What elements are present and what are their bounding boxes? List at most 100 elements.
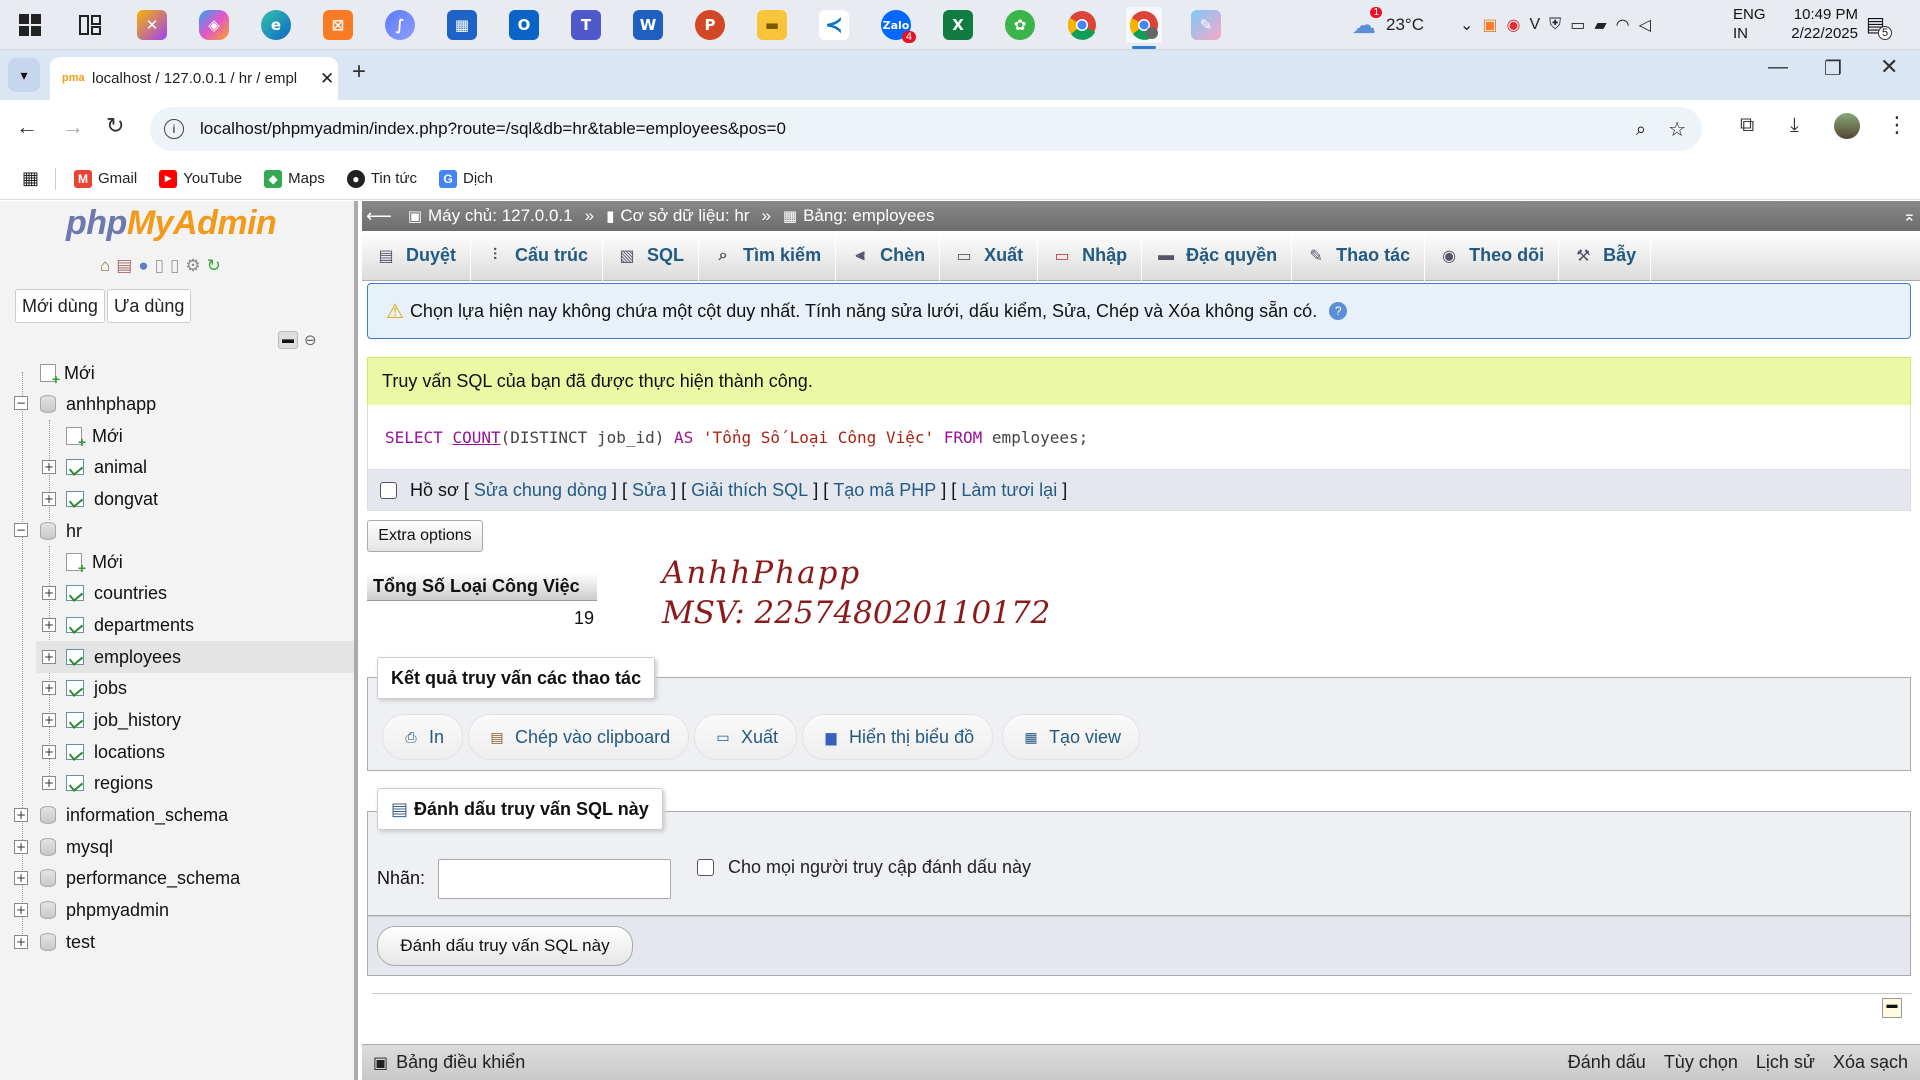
shield-icon[interactable]: ⛨ — [1549, 16, 1561, 34]
tree-table-employees[interactable]: employees — [66, 642, 181, 672]
new-tab-icon[interactable]: + — [352, 58, 366, 86]
outlook-icon[interactable]: O — [506, 7, 542, 43]
back-icon[interactable]: ← — [16, 114, 38, 140]
tree-table-countries[interactable]: countries — [66, 578, 167, 608]
minimize-icon[interactable]: — — [1768, 56, 1788, 79]
wifi-icon[interactable]: ◠ — [1616, 15, 1630, 35]
speaker-icon[interactable]: ◁ — [1639, 15, 1651, 35]
store-icon[interactable]: ▦ — [444, 7, 480, 43]
collapse-icon[interactable]: − — [14, 396, 28, 410]
bookmark-maps[interactable]: ◆ Maps — [264, 169, 325, 188]
expand-icon[interactable]: + — [42, 586, 56, 600]
extra-options-button[interactable]: Extra options — [367, 520, 483, 552]
forward-icon[interactable]: → — [62, 114, 84, 140]
expand-icon[interactable]: + — [14, 871, 28, 885]
word-icon[interactable]: W — [630, 7, 666, 43]
console-options[interactable]: Tùy chọn — [1664, 1052, 1738, 1073]
tree-new-database[interactable]: Mới — [40, 358, 95, 388]
close-window-icon[interactable]: ✕ — [1880, 54, 1898, 80]
chevron-up-icon[interactable]: ⌄ — [1460, 15, 1473, 35]
excel-icon[interactable]: X — [940, 7, 976, 43]
tab-structure[interactable]: ⫶ Cấu trúc — [471, 230, 604, 281]
console-clear[interactable]: Xóa sạch — [1833, 1052, 1908, 1073]
breadcrumb-table[interactable]: Bảng: employees — [803, 206, 934, 226]
xampp-tray-icon[interactable]: ▣ — [1482, 15, 1497, 35]
explain-sql-link[interactable]: Giải thích SQL — [691, 480, 808, 501]
create-php-link[interactable]: Tạo mã PHP — [833, 480, 936, 501]
copy-icon[interactable]: ▯ — [170, 256, 179, 276]
edit-link[interactable]: Sửa — [632, 480, 666, 501]
help-icon[interactable]: ● — [138, 256, 148, 276]
powerpoint-icon[interactable]: P — [692, 7, 728, 43]
console-history[interactable]: Lịch sử — [1756, 1052, 1815, 1073]
clock[interactable]: 10:49 PM 2/22/2025 — [1782, 5, 1858, 43]
result-cell[interactable]: 19 — [367, 603, 597, 633]
tree-db-information-schema[interactable]: information_schema — [40, 800, 228, 830]
task-view-icon[interactable] — [72, 7, 108, 43]
tab-search[interactable]: ⌕ Tìm kiếm — [699, 230, 837, 281]
console-toggle[interactable]: Bảng điều khiển — [396, 1052, 525, 1073]
tree-db-phpmyadmin[interactable]: phpmyadmin — [40, 895, 169, 925]
expand-icon[interactable]: + — [42, 776, 56, 790]
address-bar[interactable]: i localhost/phpmyadmin/index.php?route=/… — [150, 107, 1702, 151]
tree-hr-new[interactable]: Mới — [66, 547, 123, 577]
app-tray-icon[interactable]: ◉ — [1507, 15, 1521, 35]
home-icon[interactable]: ⌂ — [100, 256, 110, 276]
tree-db-mysql[interactable]: mysql — [40, 832, 113, 862]
logout-icon[interactable]: ▤ — [116, 256, 132, 276]
shared-bookmark-checkbox[interactable] — [697, 859, 714, 876]
bookmark-news[interactable]: ● Tin tức — [346, 169, 417, 188]
language-indicator[interactable]: ENG IN — [1733, 5, 1766, 43]
expand-icon[interactable]: + — [42, 492, 56, 506]
bookmark-translate[interactable]: G Dịch — [439, 169, 493, 188]
expand-icon[interactable]: + — [42, 460, 56, 474]
display-chart-button[interactable]: ▆ Hiển thị biểu đồ — [802, 714, 994, 760]
settings-icon[interactable]: ⚙ — [185, 256, 200, 276]
profile-avatar[interactable] — [1834, 113, 1860, 139]
expand-icon[interactable]: + — [42, 713, 56, 727]
tree-table-locations[interactable]: locations — [66, 737, 165, 767]
phpmyadmin-logo[interactable]: phpMyAdmin — [66, 204, 277, 243]
link-icon[interactable]: ⊖ — [304, 331, 317, 349]
expand-icon[interactable]: + — [42, 745, 56, 759]
tab-privileges[interactable]: ▬ Đặc quyền — [1142, 230, 1293, 281]
zoom-icon[interactable]: ⌕ — [1636, 119, 1646, 140]
teams-icon[interactable]: T — [568, 7, 604, 43]
tree-table-jobs[interactable]: jobs — [66, 673, 127, 703]
download-icon[interactable]: ⤓ — [1790, 114, 1799, 137]
tree-db-performance-schema[interactable]: performance_schema — [40, 863, 240, 893]
tab-browse[interactable]: ▤ Duyệt — [362, 230, 472, 281]
tree-db-test[interactable]: test — [40, 927, 95, 957]
tree-table-dongvat[interactable]: dongvat — [66, 484, 158, 514]
breadcrumb-server[interactable]: Máy chủ: 127.0.0.1 — [428, 206, 573, 226]
apps-grid-icon[interactable]: ▦ — [22, 168, 39, 189]
reload-icon[interactable]: ↻ — [106, 113, 124, 139]
close-tab-icon[interactable]: ✕ — [320, 69, 334, 89]
collapse-header-icon[interactable]: ⌅ — [1903, 206, 1916, 226]
reload-nav-icon[interactable]: ↻ — [207, 256, 221, 276]
expand-icon[interactable]: + — [42, 681, 56, 695]
paint-icon[interactable]: ✎ — [1188, 7, 1224, 43]
tab-operations[interactable]: ✎ Thao tác — [1292, 230, 1426, 281]
expand-icon[interactable]: + — [42, 618, 56, 632]
tree-table-animal[interactable]: animal — [66, 452, 147, 482]
app-icon-2[interactable]: ∫ — [382, 7, 418, 43]
camera-icon[interactable]: ▭ — [1570, 15, 1585, 35]
extensions-icon[interactable]: ⧉ — [1740, 114, 1754, 137]
tree-table-job-history[interactable]: job_history — [66, 705, 181, 735]
tree-table-departments[interactable]: departments — [66, 610, 194, 640]
tab-tracking[interactable]: ◉ Theo dõi — [1425, 230, 1560, 281]
tree-anhhphapp-new[interactable]: Mới — [66, 421, 123, 451]
bookmark-submit-button[interactable]: Đánh dấu truy vấn SQL này — [377, 926, 633, 966]
site-info-icon[interactable]: i — [164, 119, 184, 139]
app-icon-3[interactable]: ✿ — [1002, 7, 1038, 43]
chrome-icon[interactable] — [1064, 7, 1100, 43]
browser-tab[interactable]: pma localhost / 127.0.0.1 / hr / empl ✕ — [50, 57, 338, 100]
page-settings-icon[interactable]: ▬ — [1882, 998, 1902, 1018]
create-view-button[interactable]: ▦ Tạo view — [1002, 714, 1141, 760]
expand-icon[interactable]: + — [14, 935, 28, 949]
zalo-icon[interactable]: Zalo 4 — [878, 7, 916, 43]
copilot-icon[interactable]: ◈ — [196, 7, 232, 43]
expand-icon[interactable]: + — [14, 840, 28, 854]
tab-search-icon[interactable]: ▾ — [8, 58, 40, 92]
